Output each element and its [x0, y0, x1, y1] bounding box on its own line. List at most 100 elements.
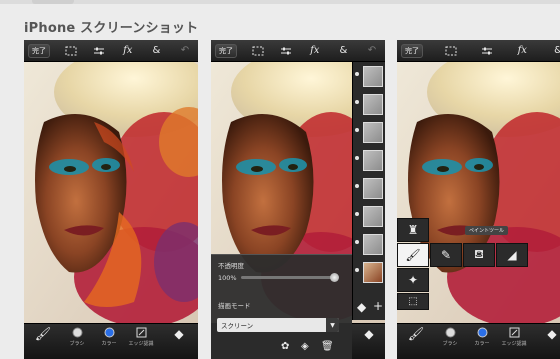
palette-icon[interactable]: ✿ — [281, 341, 289, 352]
opacity-value: 100% — [218, 274, 237, 282]
brush-size-icon — [445, 327, 455, 338]
top-edge — [0, 0, 560, 4]
stamp-icon: ♜ — [407, 223, 419, 237]
layer-visible-dot[interactable] — [355, 72, 359, 76]
layer-visible-dot[interactable] — [355, 156, 359, 160]
top-toolbar: 完了 fx & — [397, 40, 560, 62]
layer-thumb[interactable] — [363, 122, 383, 143]
layers-strip: ◆ + — [352, 62, 385, 320]
eraser-tool[interactable]: ◢ — [496, 243, 528, 267]
layer-visible-dot[interactable] — [355, 268, 359, 272]
selection-icon[interactable] — [250, 43, 266, 59]
stamp-tool[interactable]: ♜ — [397, 218, 429, 242]
edge-detect-icon — [136, 327, 146, 338]
blend-mode-label: 描画モード — [218, 302, 251, 310]
layer-thumb[interactable] — [363, 66, 383, 87]
fx-icon[interactable]: fx — [120, 43, 136, 59]
layers-button[interactable]: ◆ — [539, 327, 560, 357]
layers-icon: ◆ — [364, 327, 374, 341]
rect-select-tool[interactable]: ⬚ — [397, 293, 429, 310]
merge-layer-icon[interactable]: ◈ — [301, 341, 309, 352]
top-tab — [32, 0, 74, 4]
layer-thumb-photo[interactable] — [363, 262, 383, 283]
adjust-icon[interactable] — [278, 43, 294, 59]
adjust-icon[interactable] — [479, 43, 495, 59]
screenshot-1: 完了 fx & ↶ 🖌 ブラシ カラー エッジ認識 ◆ — [24, 40, 198, 359]
brush-icon: 🖌 — [405, 248, 421, 262]
brush-tool-button[interactable]: 🖌 — [403, 327, 429, 357]
layers-icon: ◆ — [174, 327, 184, 341]
add-layer-icon[interactable]: + — [373, 299, 383, 313]
selection-icon[interactable] — [443, 43, 459, 59]
brush-icon: 🖌 — [407, 327, 425, 342]
layer-visible-dot[interactable] — [355, 184, 359, 188]
layers-icon: ◆ — [547, 327, 557, 341]
bottom-toolbar: 🖌 ブラシ カラー エッジ認識 ◆ — [397, 323, 560, 359]
magic-wand-tool[interactable]: ✦ — [397, 268, 429, 292]
layer-thumb[interactable] — [363, 94, 383, 115]
ampersand-icon[interactable]: & — [550, 43, 560, 59]
opacity-slider-knob[interactable] — [330, 273, 339, 282]
bottom-toolbar: 🖌 ブラシ カラー エッジ認識 ◆ — [24, 323, 198, 359]
eraser-icon: ◢ — [507, 248, 517, 262]
color-swatch-icon — [104, 327, 114, 338]
color-button[interactable]: カラー — [96, 327, 122, 357]
top-toolbar: 完了 fx & ↶ — [24, 40, 198, 62]
done-button[interactable]: 完了 — [215, 43, 237, 58]
layer-thumb[interactable] — [363, 234, 383, 255]
brush-size-icon — [72, 327, 82, 338]
selection-icon[interactable] — [63, 43, 79, 59]
layers-button[interactable]: ◆ — [356, 327, 382, 357]
layer-visible-dot[interactable] — [355, 240, 359, 244]
adjust-icon[interactable] — [91, 43, 107, 59]
screenshot-2: 完了 fx & ↶ ◆ + 不透明度 100% 描画モード スクリーン ▼ ✿ … — [211, 40, 385, 359]
layer-visible-dot[interactable] — [355, 128, 359, 132]
layer-thumb[interactable] — [363, 178, 383, 199]
smudge-tool[interactable]: ✎ — [430, 243, 462, 267]
color-swatch-icon — [477, 327, 487, 338]
done-button[interactable]: 完了 — [401, 43, 423, 58]
fx-icon[interactable]: fx — [514, 43, 530, 59]
bucket-tool[interactable]: ⛾ — [463, 243, 495, 267]
layers-button[interactable]: ◆ — [166, 327, 192, 357]
layer-thumb[interactable] — [363, 206, 383, 227]
edge-detect-icon — [509, 327, 519, 338]
layer-properties-panel: 不透明度 100% 描画モード スクリーン ▼ ✿ ◈ 🗑 — [211, 254, 352, 359]
undo-icon[interactable]: ↶ — [364, 43, 380, 59]
color-button[interactable]: カラー — [469, 327, 495, 357]
brush-label: ブラシ — [69, 341, 85, 347]
tool-tooltip: ペイントツール — [465, 226, 509, 235]
ampersand-icon[interactable]: & — [148, 43, 164, 59]
bottom-toolbar: ◆ — [352, 323, 385, 359]
brush-size-button[interactable]: ブラシ — [437, 327, 463, 357]
photo-canvas[interactable] — [24, 62, 198, 323]
color-label: カラー — [101, 341, 117, 347]
ampersand-icon[interactable]: & — [335, 43, 351, 59]
brush-tool-button[interactable]: 🖌 — [30, 327, 56, 357]
blend-mode-value: スクリーン — [221, 322, 254, 330]
top-toolbar: 完了 fx & ↶ — [211, 40, 385, 62]
layer-visible-dot[interactable] — [355, 212, 359, 216]
brush-size-button[interactable]: ブラシ — [64, 327, 90, 357]
opacity-label: 不透明度 — [218, 262, 244, 270]
edge-label: エッジ認識 — [501, 341, 527, 347]
edge-detect-button[interactable]: エッジ認識 — [128, 327, 154, 357]
blend-mode-select[interactable]: スクリーン ▼ — [217, 318, 339, 332]
brush-icon: 🖌 — [34, 327, 52, 342]
layers-icon[interactable]: ◆ — [357, 300, 366, 314]
opacity-slider[interactable] — [241, 273, 339, 282]
paint-tool[interactable]: 🖌 — [397, 243, 429, 267]
magic-wand-icon: ✦ — [407, 273, 419, 287]
layer-visible-dot[interactable] — [355, 100, 359, 104]
page-heading: iPhone スクリーンショット — [24, 21, 199, 36]
chevron-down-icon: ▼ — [326, 318, 339, 332]
done-button[interactable]: 完了 — [28, 43, 50, 58]
undo-icon[interactable]: ↶ — [177, 43, 193, 59]
bucket-icon: ⛾ — [474, 247, 484, 261]
fx-icon[interactable]: fx — [307, 43, 323, 59]
trash-icon[interactable]: 🗑 — [321, 341, 334, 352]
brush-label: ブラシ — [442, 341, 458, 347]
selection-icon: ⬚ — [408, 296, 418, 307]
layer-thumb[interactable] — [363, 150, 383, 171]
edge-detect-button[interactable]: エッジ認識 — [501, 327, 527, 357]
